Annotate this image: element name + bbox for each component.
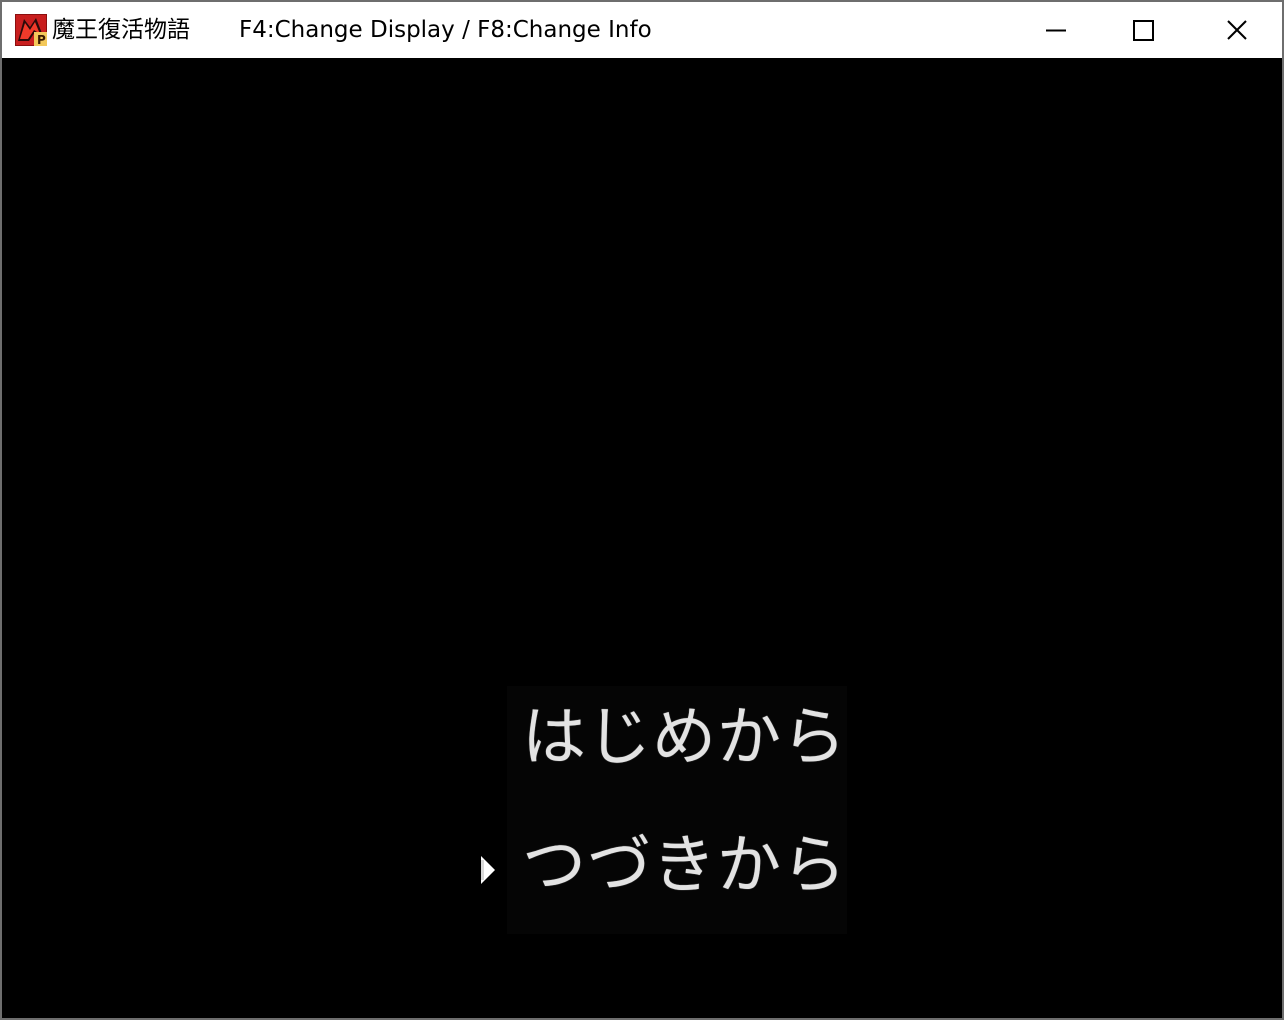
title-bar[interactable]: P 魔王復活物語 F4:Change Display / F8:Change I… [2, 2, 1282, 58]
svg-text:P: P [37, 33, 46, 46]
app-icon[interactable]: P [15, 14, 47, 47]
minimize-button[interactable] [1006, 2, 1098, 58]
menu-item-new-game[interactable]: はじめから [522, 698, 852, 778]
menu-item-continue[interactable]: つづきから [522, 826, 852, 906]
game-screen[interactable]: はじめから つづきから [2, 58, 1282, 1018]
game-window: P 魔王復活物語 F4:Change Display / F8:Change I… [0, 0, 1284, 1020]
close-button[interactable] [1190, 2, 1282, 58]
window-title: 魔王復活物語 [52, 17, 190, 43]
close-icon [1227, 20, 1247, 40]
minimize-icon [1046, 29, 1066, 32]
window-title-hint: F4:Change Display / F8:Change Info [239, 17, 652, 43]
maximize-button[interactable] [1098, 2, 1190, 58]
right-triangle-cursor-icon [481, 856, 495, 884]
maximize-icon [1133, 20, 1154, 41]
